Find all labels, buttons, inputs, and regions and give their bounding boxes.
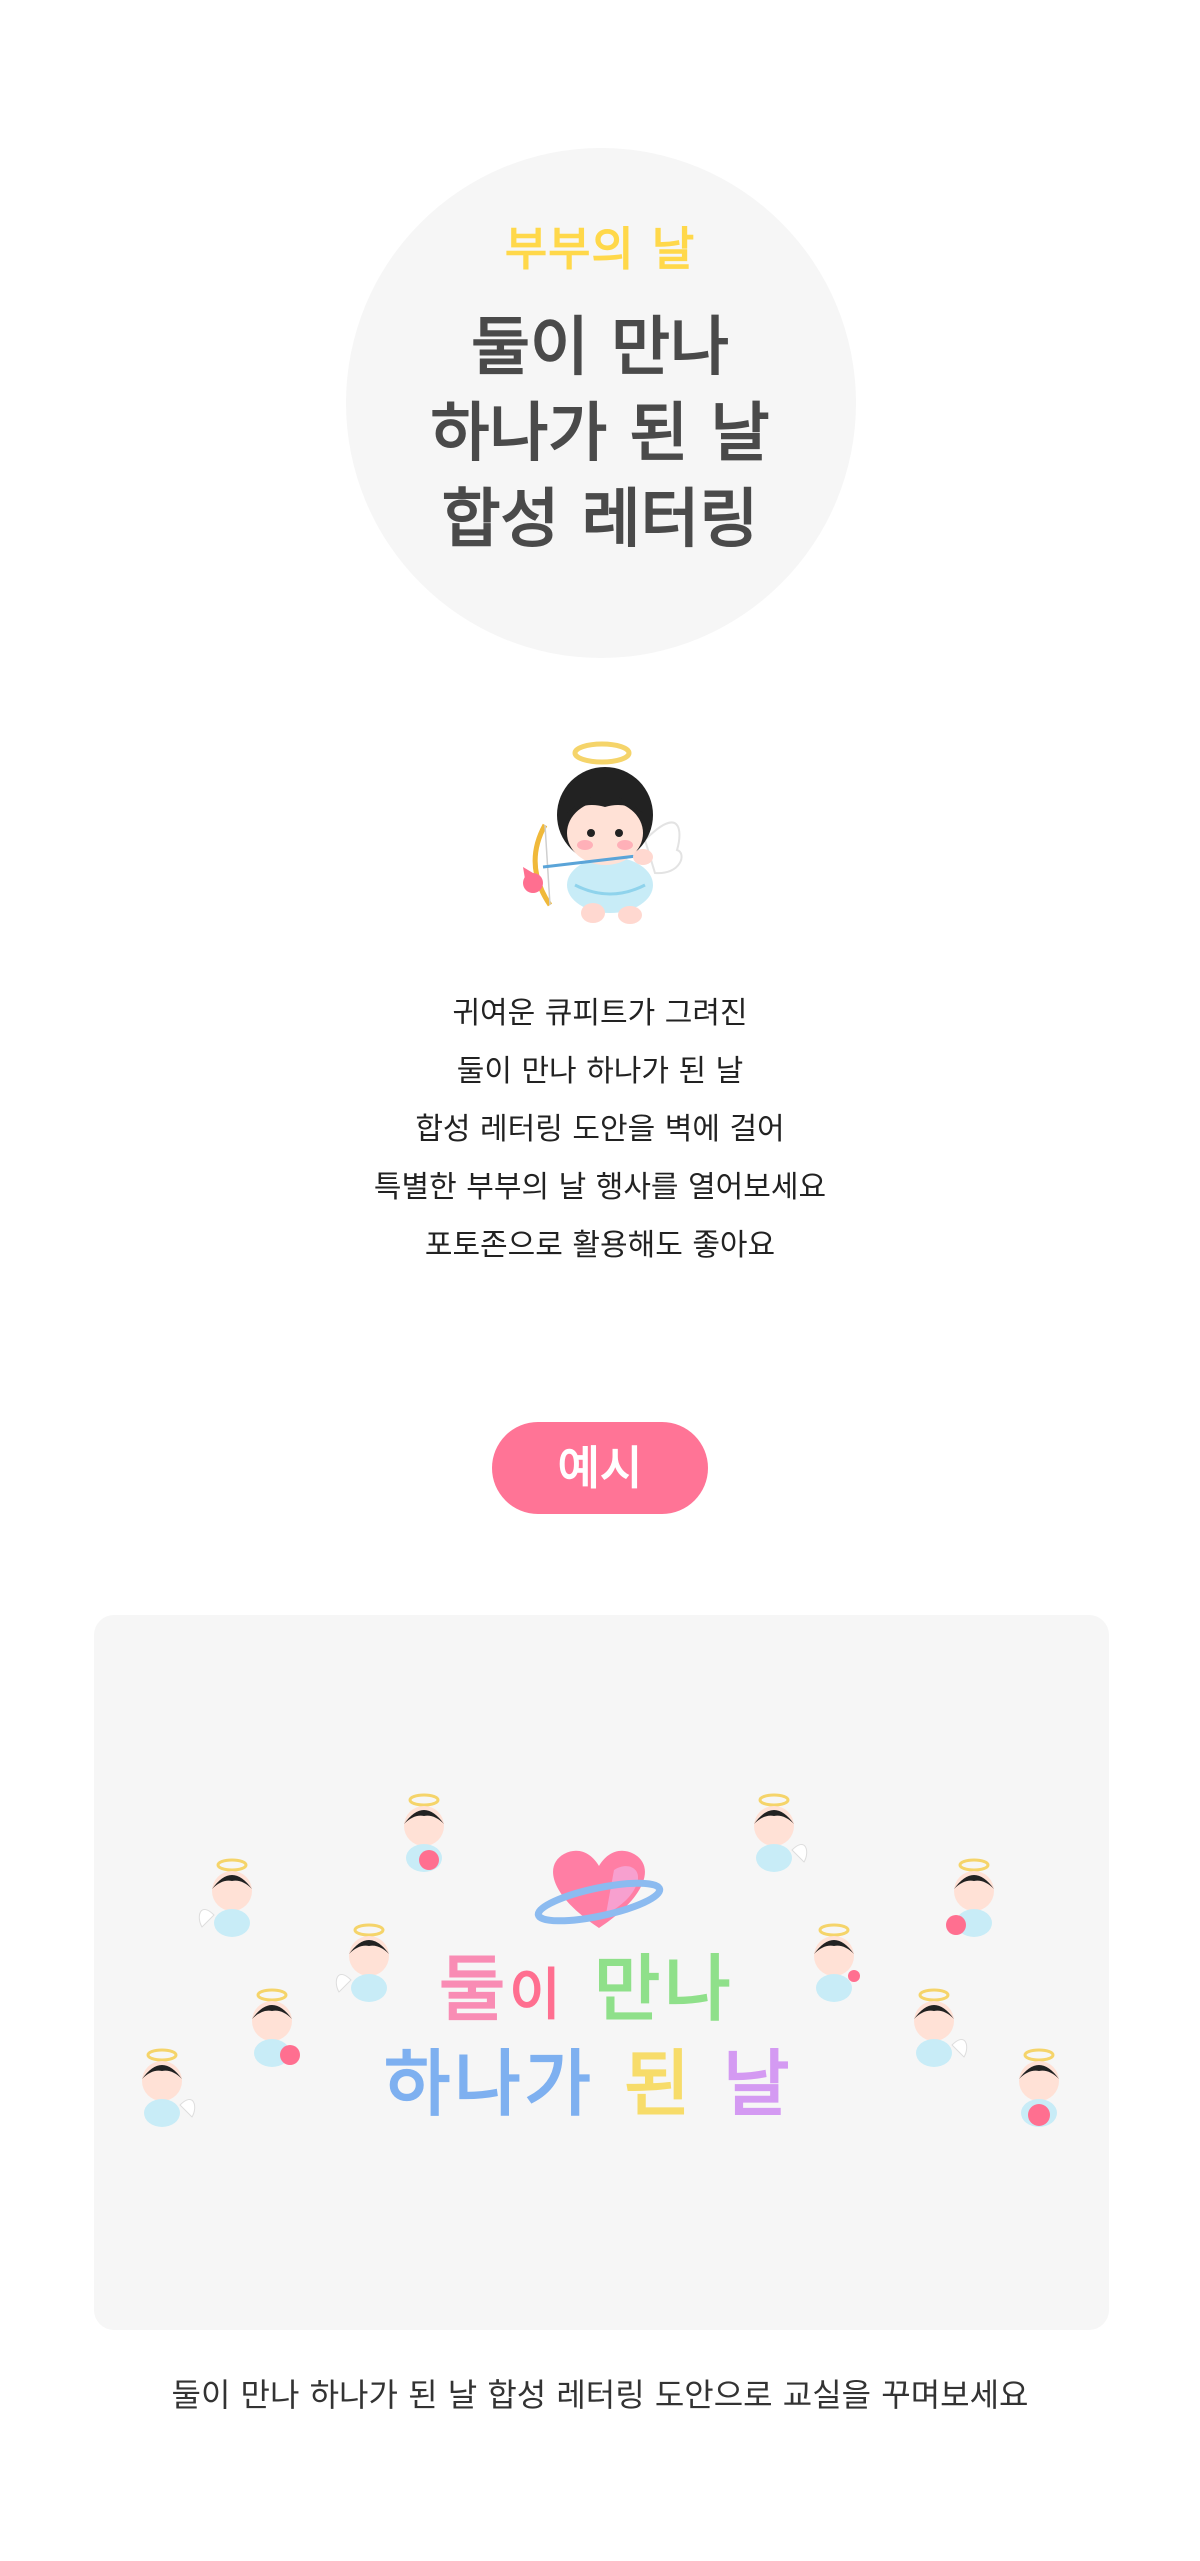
lettering-char: 나 xyxy=(664,1947,735,2031)
cupid-illustration xyxy=(523,741,683,924)
cupid-photo-sticker xyxy=(198,1858,252,1937)
cupid-photo-sticker xyxy=(946,1858,994,1937)
lettering-line-1: 둘이 만나 xyxy=(439,1930,734,2035)
description-line: 특별한 부부의 날 행사를 열어보세요 xyxy=(373,1170,827,1205)
lettering-char: 하 xyxy=(384,2042,455,2126)
description-line: 합성 레터링 도안을 벽에 걸어 xyxy=(415,1112,785,1147)
example-caption: 둘이 만나 하나가 된 날 합성 레터링 도안으로 교실을 꾸며보세요 xyxy=(171,2376,1029,2414)
hero-subtitle: 부부의 날 xyxy=(504,222,696,276)
cupid-photo-sticker xyxy=(754,1793,808,1872)
hero-title-line: 합성 레터링 xyxy=(441,483,759,557)
cupid-photo-sticker xyxy=(814,1923,860,2002)
lettering-char: 만 xyxy=(593,1947,665,2031)
lettering-char: 날 xyxy=(723,2042,794,2126)
cupid-photo-sticker xyxy=(252,1988,300,2067)
description-line: 둘이 만나 하나가 된 날 xyxy=(456,1054,744,1089)
cupid-photo-sticker xyxy=(1019,2048,1059,2127)
cupid-photo-sticker xyxy=(914,1988,968,2067)
lettering-line-2: 하나가 된 날 xyxy=(384,2025,793,2130)
description-line: 귀여운 큐피트가 그려진 xyxy=(452,996,748,1031)
example-panel: 둘이 만나 하나가 된 날 xyxy=(94,1615,1109,2330)
hero-title: 둘이 만나 하나가 된 날 합성 레터링 xyxy=(0,305,1200,563)
example-badge: 예시 xyxy=(492,1422,708,1514)
cupid-photo-sticker xyxy=(404,1793,444,1872)
lettering-char: 나 xyxy=(454,2042,525,2126)
description: 귀여운 큐피트가 그려진 둘이 만나 하나가 된 날 합성 레터링 도안을 벽에… xyxy=(0,985,1200,1275)
hero-title-line: 둘이 만나 xyxy=(471,311,729,385)
hero-title-line: 하나가 된 날 xyxy=(430,397,770,471)
lettering-char: 가 xyxy=(524,2042,595,2126)
description-line: 포토존으로 활용해도 좋아요 xyxy=(424,1228,776,1263)
lettering-char: 이 xyxy=(509,1963,565,2028)
lettering-char: 된 xyxy=(623,2042,695,2126)
heart-planet-icon xyxy=(534,1850,664,1928)
cupid-photo-sticker xyxy=(142,2048,196,2127)
lettering-char: 둘 xyxy=(439,1947,510,2031)
cupid-photo-sticker xyxy=(335,1923,389,2002)
